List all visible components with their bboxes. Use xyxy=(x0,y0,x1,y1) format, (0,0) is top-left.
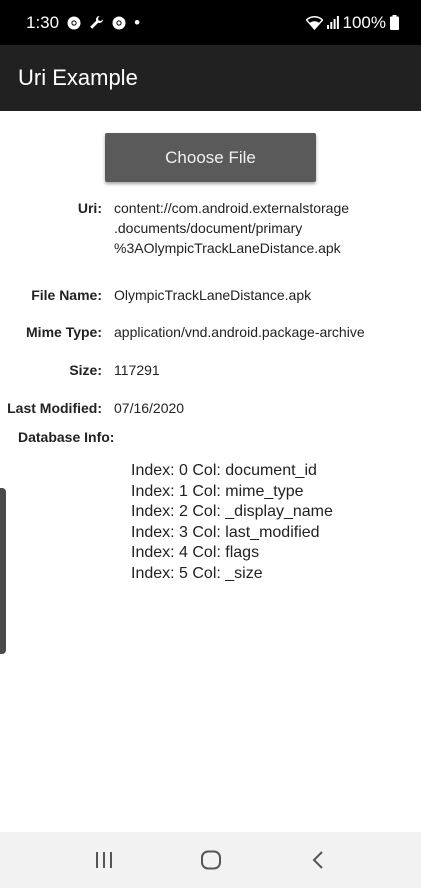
back-icon xyxy=(312,851,323,869)
navigation-bar xyxy=(0,832,421,888)
uri-row: Uri: content://com.android.externalstora… xyxy=(0,198,394,258)
recent-apps-icon xyxy=(95,852,112,868)
edge-panel-handle[interactable] xyxy=(0,488,6,654)
choose-file-button[interactable]: Choose File xyxy=(105,133,316,182)
last-modified-row: Last Modified: 07/16/2020 xyxy=(0,398,184,418)
last-modified-value: 07/16/2020 xyxy=(114,400,185,416)
mime-type-value: application/vnd.android.package-archive xyxy=(114,324,365,340)
list-item: Index: 5 Col: _size xyxy=(131,564,263,582)
last-modified-label: Last Modified: xyxy=(7,400,102,416)
recent-apps-button[interactable] xyxy=(74,840,134,880)
list-item: Index: 2 Col: _display_name xyxy=(131,503,333,520)
file-name-row: File Name: OlympicTrackLaneDistance.apk xyxy=(0,285,311,305)
database-column-list: Index: 0 Col: document_id Index: 1 Col: … xyxy=(131,461,333,584)
chrome-icon xyxy=(67,16,81,30)
chrome-icon xyxy=(112,16,126,30)
home-button[interactable] xyxy=(181,840,241,880)
list-item: Index: 1 Col: mime_type xyxy=(131,482,304,500)
list-item: Index: 4 Col: flags xyxy=(131,544,260,561)
list-item: Index: 3 Col: last_modified xyxy=(131,523,320,541)
mime-type-row: Mime Type: application/vnd.android.packa… xyxy=(0,322,365,342)
back-button[interactable] xyxy=(288,840,348,880)
database-info-label: Database Info: xyxy=(18,429,115,445)
app-bar: Uri Example xyxy=(0,45,421,111)
notification-dot: • xyxy=(134,12,141,32)
size-label: Size: xyxy=(69,362,102,378)
signal-icon xyxy=(326,16,339,29)
battery-icon xyxy=(390,15,399,30)
file-name-label: File Name: xyxy=(31,287,102,303)
status-time: 1:30 xyxy=(26,12,60,32)
wifi-icon xyxy=(305,15,323,30)
wrench-icon xyxy=(89,15,104,30)
uri-label: Uri: xyxy=(77,200,102,216)
app-title: Uri Example xyxy=(18,65,138,90)
battery-percent: 100% xyxy=(342,12,386,32)
list-item: Index: 0 Col: document_id xyxy=(131,462,317,479)
home-icon xyxy=(200,850,221,870)
status-bar: 1:30 • 100% xyxy=(0,0,421,45)
file-name-value: OlympicTrackLaneDistance.apk xyxy=(114,287,312,303)
mime-type-label: Mime Type: xyxy=(26,324,102,340)
size-value: 117291 xyxy=(114,362,160,378)
size-row: Size: 117291 xyxy=(0,360,160,380)
uri-value: content://com.android.externalstorage .d… xyxy=(114,200,350,256)
